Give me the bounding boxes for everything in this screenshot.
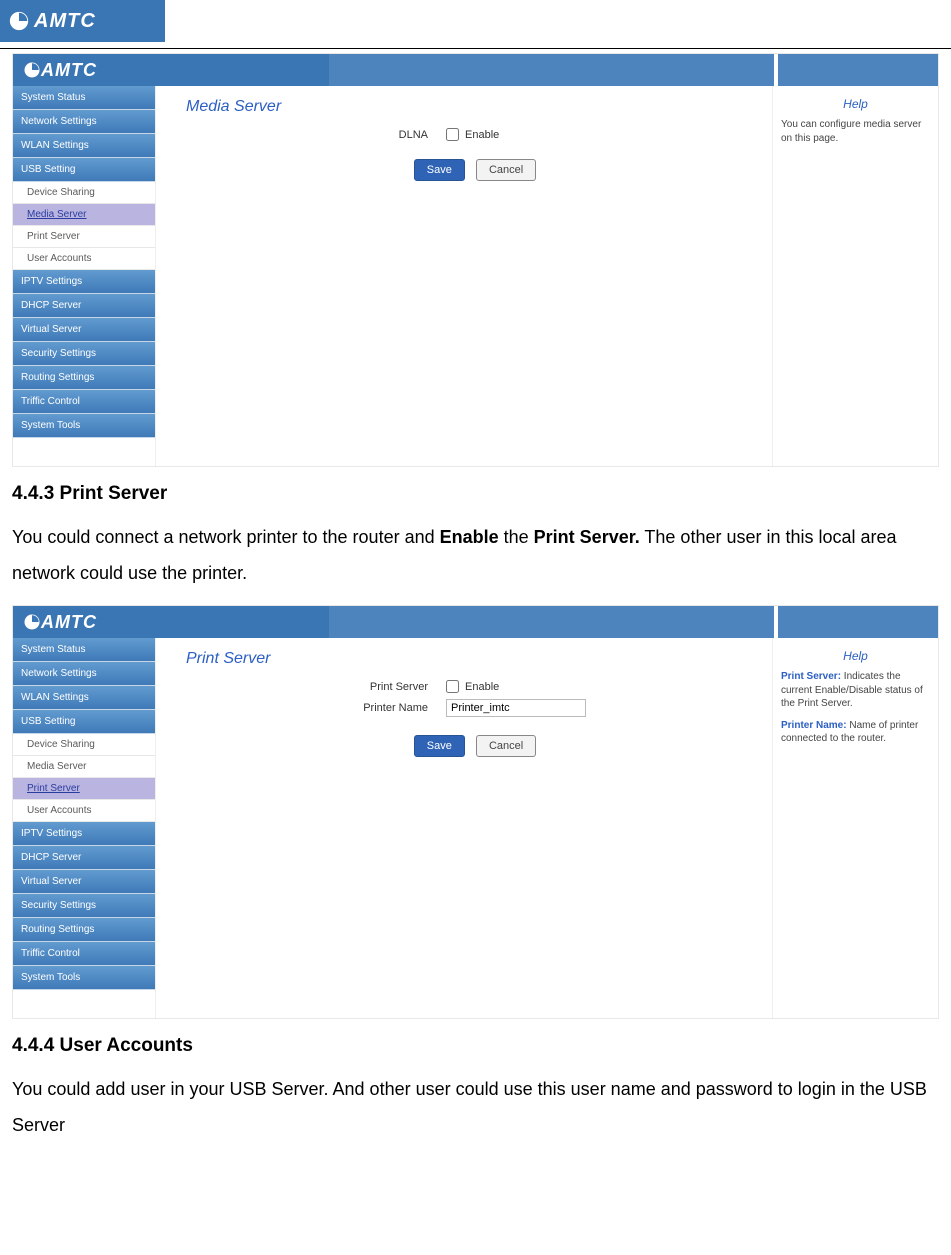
help-item: Printer Name: Name of printer connected …	[781, 719, 930, 746]
help-item: Print Server: Indicates the current Enab…	[781, 670, 930, 711]
checkbox-label: Enable	[465, 681, 499, 693]
help-body: You can configure media server on this p…	[781, 118, 930, 145]
sidebar-subitem[interactable]: Media Server	[13, 204, 155, 226]
sidebar-item[interactable]: Network Settings	[13, 662, 155, 686]
form-control: Enable	[446, 680, 499, 693]
sidebar-subitem[interactable]: Device Sharing	[13, 182, 155, 204]
form-row: DLNA Enable	[186, 128, 764, 141]
sidebar-item[interactable]: Virtual Server	[13, 870, 155, 894]
sidebar-subitem[interactable]: Device Sharing	[13, 734, 155, 756]
sidebar-item[interactable]: IPTV Settings	[13, 270, 155, 294]
form-row: Printer Name	[186, 699, 764, 717]
brand-glyph-icon	[8, 10, 30, 32]
form-control: Enable	[446, 128, 499, 141]
cancel-button[interactable]: Cancel	[476, 735, 536, 757]
sidebar-subitem[interactable]: Media Server	[13, 756, 155, 778]
sidebar-item[interactable]: Security Settings	[13, 342, 155, 366]
section-heading-print-server: 4.4.3 Print Server	[12, 483, 939, 505]
panel-title: Print Server	[186, 650, 764, 668]
section-heading-user-accounts: 4.4.4 User Accounts	[12, 1035, 939, 1057]
sidebar-item[interactable]: Virtual Server	[13, 318, 155, 342]
divider	[0, 48, 951, 49]
sidebar-item[interactable]: USB Setting	[13, 158, 155, 182]
sidebar-item[interactable]: IPTV Settings	[13, 822, 155, 846]
enable-checkbox[interactable]	[446, 128, 459, 141]
sidebar-item[interactable]: Triffic Control	[13, 390, 155, 414]
sidebar-item[interactable]: WLAN Settings	[13, 686, 155, 710]
brand-glyph-icon	[23, 613, 41, 631]
sidebar-subitem[interactable]: User Accounts	[13, 248, 155, 270]
top-bar-spacer	[329, 606, 774, 638]
sidebar-item[interactable]: System Status	[13, 86, 155, 110]
sidebar-item[interactable]: Network Settings	[13, 110, 155, 134]
sidebar-item[interactable]: USB Setting	[13, 710, 155, 734]
p1-d: Print Server.	[534, 527, 640, 547]
form-row: Print Server Enable	[186, 680, 764, 693]
help-column: Help You can configure media server on t…	[773, 86, 938, 466]
sidebar-item[interactable]: System Tools	[13, 414, 155, 438]
cancel-button[interactable]: Cancel	[476, 159, 536, 181]
text-input[interactable]	[446, 699, 586, 717]
form-label: Print Server	[186, 681, 446, 693]
form-label: Printer Name	[186, 702, 446, 714]
sidebar-subitem[interactable]: Print Server	[13, 226, 155, 248]
top-bar-right	[778, 54, 938, 86]
sidebar: System StatusNetwork SettingsWLAN Settin…	[13, 86, 155, 466]
help-column: Help Print Server: Indicates the current…	[773, 638, 938, 1018]
sidebar-item[interactable]: WLAN Settings	[13, 134, 155, 158]
save-button[interactable]: Save	[414, 159, 465, 181]
p1-a: You could connect a network printer to t…	[12, 527, 440, 547]
p1-c: the	[499, 527, 534, 547]
app-top-bar: AMTC	[13, 606, 938, 638]
sidebar: System StatusNetwork SettingsWLAN Settin…	[13, 638, 155, 1018]
sidebar-item[interactable]: DHCP Server	[13, 846, 155, 870]
sidebar-item[interactable]: Security Settings	[13, 894, 155, 918]
form-control	[446, 699, 586, 717]
sidebar-item[interactable]: Triffic Control	[13, 942, 155, 966]
sidebar-item[interactable]: System Tools	[13, 966, 155, 990]
sidebar-subitem[interactable]: Print Server	[13, 778, 155, 800]
sidebar-item[interactable]: System Status	[13, 638, 155, 662]
sidebar-item[interactable]: Routing Settings	[13, 366, 155, 390]
main-panel: Media Server DLNA Enable Save Cancel	[155, 86, 773, 466]
help-title: Help	[781, 648, 930, 664]
help-item-term: Printer Name:	[781, 720, 847, 731]
help-title: Help	[781, 96, 930, 112]
sidebar-subitem[interactable]: User Accounts	[13, 800, 155, 822]
save-button[interactable]: Save	[414, 735, 465, 757]
button-row: Save Cancel	[186, 735, 764, 757]
brand-glyph-icon	[23, 61, 41, 79]
screenshot-print-server: AMTC System StatusNetwork SettingsWLAN S…	[12, 605, 939, 1019]
sidebar-item[interactable]: Routing Settings	[13, 918, 155, 942]
checkbox-label: Enable	[465, 129, 499, 141]
app-brand-text: AMTC	[41, 60, 97, 81]
main-panel: Print Server Print Server Enable Printer N…	[155, 638, 773, 1018]
screenshot-media-server: AMTC System StatusNetwork SettingsWLAN S…	[12, 53, 939, 467]
form-label: DLNA	[186, 129, 446, 141]
p1-b: Enable	[440, 527, 499, 547]
app-brand-text: AMTC	[41, 612, 97, 633]
app-brand: AMTC	[13, 54, 329, 86]
top-bar-spacer	[329, 54, 774, 86]
app-top-bar: AMTC	[13, 54, 938, 86]
top-bar-right	[778, 606, 938, 638]
sidebar-item[interactable]: DHCP Server	[13, 294, 155, 318]
enable-checkbox[interactable]	[446, 680, 459, 693]
section-paragraph-print-server: You could connect a network printer to t…	[12, 519, 939, 591]
help-item-term: Print Server:	[781, 671, 841, 682]
doc-brand-logo: AMTC	[0, 0, 165, 42]
app-brand: AMTC	[13, 606, 329, 638]
brand-text: AMTC	[34, 10, 96, 33]
section-paragraph-user-accounts: You could add user in your USB Server. A…	[12, 1071, 939, 1143]
panel-title: Media Server	[186, 98, 764, 116]
button-row: Save Cancel	[186, 159, 764, 181]
